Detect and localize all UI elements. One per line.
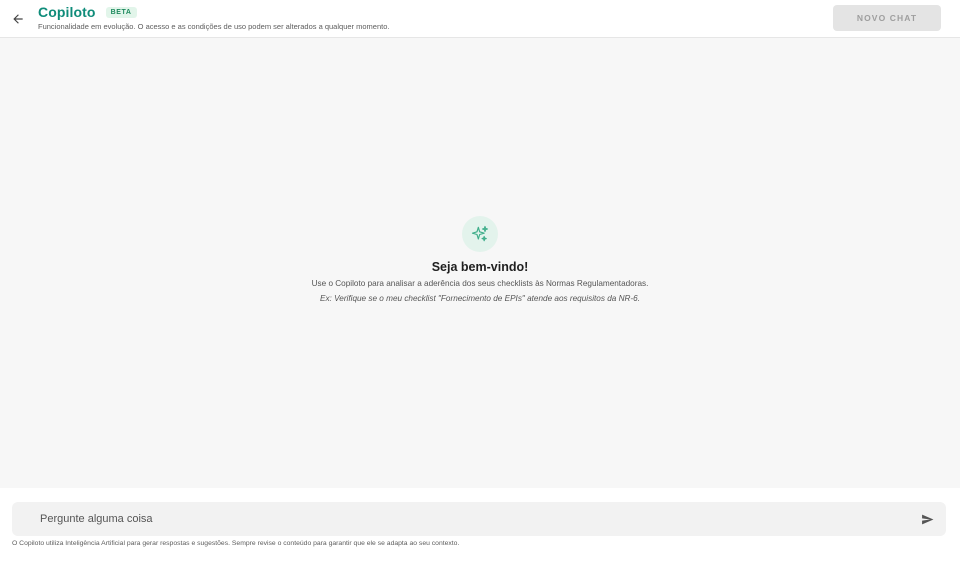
ai-disclaimer: O Copiloto utiliza Inteligência Artifici…	[12, 540, 460, 547]
app-header: Copiloto BETA Funcionalidade em evolução…	[0, 0, 960, 38]
page-subtitle: Funcionalidade em evolução. O acesso e a…	[38, 22, 390, 31]
welcome-panel: Seja bem-vindo! Use o Copiloto para anal…	[0, 216, 960, 303]
title-row: Copiloto BETA	[38, 4, 137, 20]
send-icon	[921, 514, 933, 524]
chat-input-box	[12, 502, 946, 536]
sparkle-icon	[471, 225, 489, 242]
beta-badge: BETA	[105, 6, 137, 18]
chat-input[interactable]	[40, 502, 900, 536]
send-button[interactable]	[920, 512, 934, 526]
welcome-example: Ex: Verifique se o meu checklist "Fornec…	[320, 294, 640, 303]
welcome-title: Seja bem-vindo!	[431, 260, 529, 274]
new-chat-button[interactable]: NOVO CHAT	[833, 5, 941, 31]
sparkle-icon-container	[462, 216, 498, 252]
welcome-description: Use o Copiloto para analisar a aderência…	[311, 279, 649, 288]
page-title: Copiloto	[38, 4, 96, 20]
arrow-left-icon	[13, 14, 23, 24]
back-button[interactable]	[8, 9, 28, 29]
composer-area: O Copiloto utiliza Inteligência Artifici…	[0, 488, 960, 562]
chat-area: Seja bem-vindo! Use o Copiloto para anal…	[0, 38, 960, 488]
